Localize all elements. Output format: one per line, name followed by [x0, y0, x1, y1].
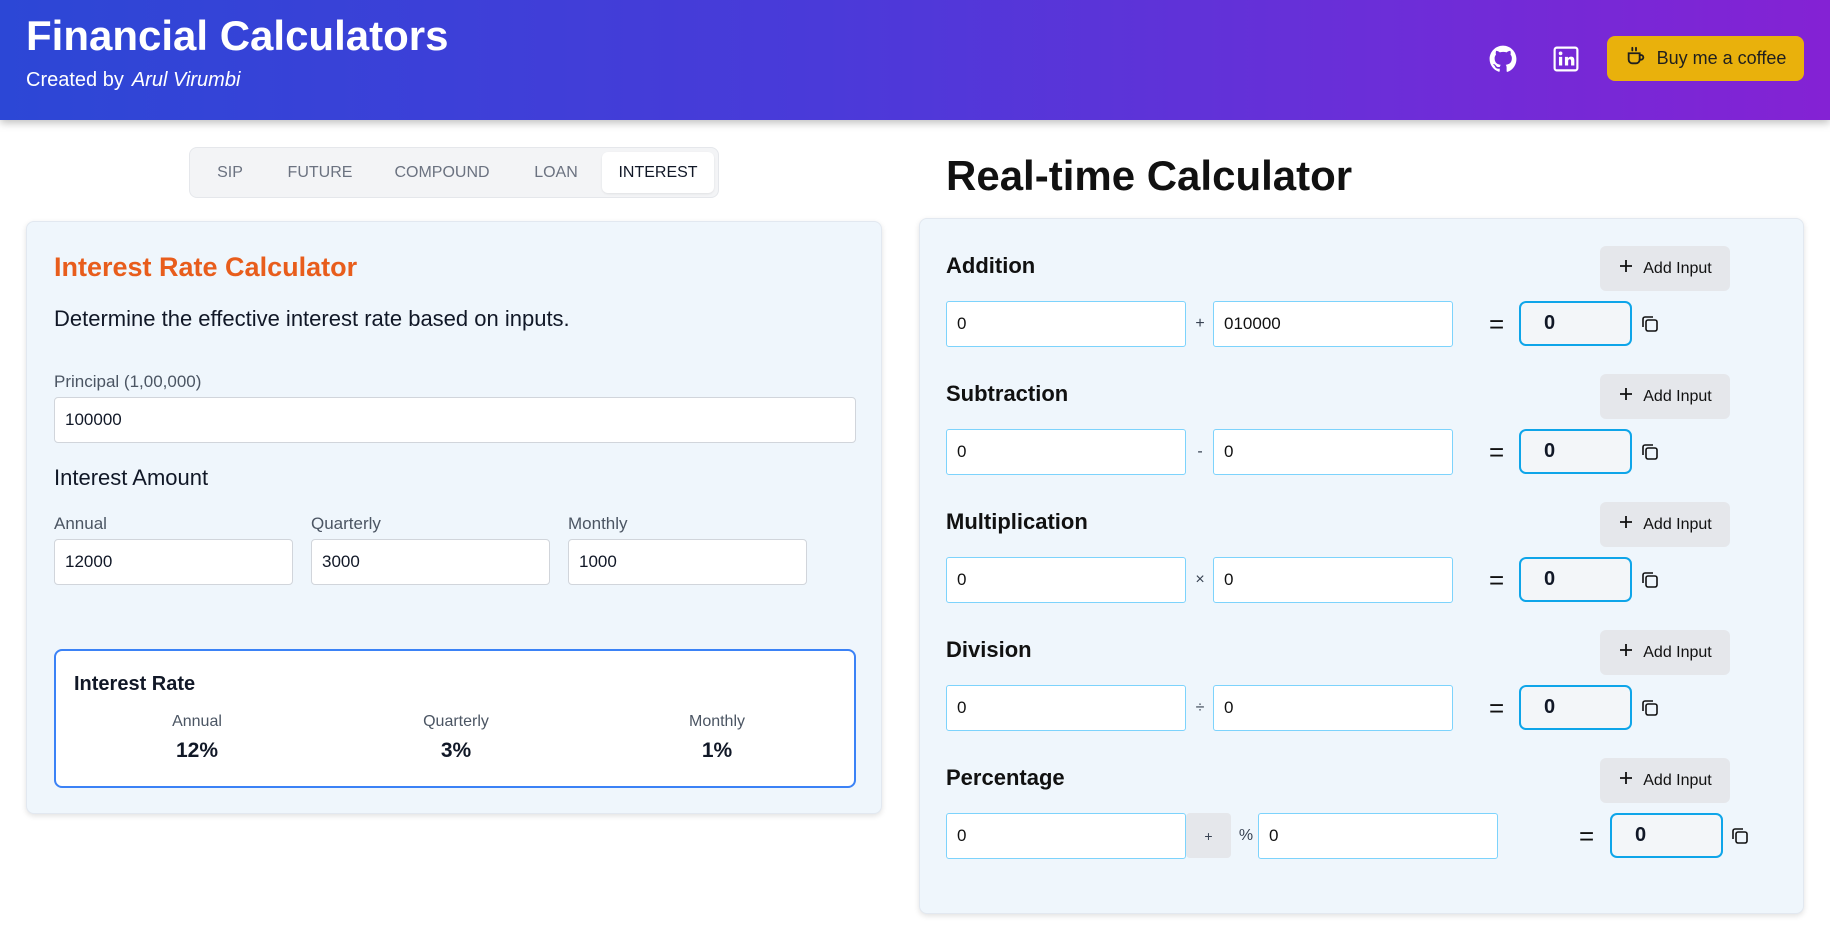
- division-input-a[interactable]: 0: [946, 685, 1186, 731]
- buy-me-a-coffee-button[interactable]: Buy me a coffee: [1607, 36, 1804, 81]
- addition-input-a[interactable]: 0: [946, 301, 1186, 347]
- addition-add-input-button[interactable]: Add Input: [1600, 246, 1730, 291]
- division-input-b[interactable]: 0: [1213, 685, 1453, 731]
- annual-label: Annual: [54, 514, 107, 533]
- interest-amount-heading: Interest Amount: [54, 465, 209, 490]
- subtraction-copy-icon[interactable]: [1640, 442, 1660, 462]
- tab-compound[interactable]: COMPOUND: [374, 152, 510, 193]
- percentage-add-input-button[interactable]: Add Input: [1600, 758, 1730, 803]
- multiplication-input-a[interactable]: 0: [946, 557, 1186, 603]
- multiplication-copy-icon[interactable]: [1640, 570, 1660, 590]
- principal-label: Principal (1,00,000): [54, 372, 202, 391]
- percentage-equals: =: [1579, 821, 1595, 851]
- calculator-description: Determine the effective interest rate ba…: [54, 306, 570, 331]
- interest-calculator-card: Interest Rate Calculator Determine the e…: [26, 221, 882, 814]
- annual-interest-input[interactable]: 12000: [54, 539, 293, 585]
- addition-copy-icon[interactable]: [1640, 314, 1660, 334]
- multiplication-operator: ×: [1195, 571, 1205, 588]
- app-title: Financial Calculators: [26, 12, 449, 59]
- subtraction-operator: -: [1197, 443, 1203, 460]
- tab-interest[interactable]: INTEREST: [602, 152, 714, 193]
- percentage-sign-toggle[interactable]: +: [1186, 813, 1231, 858]
- linkedin-icon[interactable]: [1551, 44, 1581, 74]
- monthly-label: Monthly: [568, 514, 628, 533]
- tab-sip[interactable]: SIP: [194, 152, 266, 193]
- plus-icon: [1618, 258, 1634, 279]
- add-input-label: Add Input: [1643, 387, 1712, 405]
- rate-quarterly-label: Quarterly: [423, 713, 489, 730]
- tab-loan[interactable]: LOAN: [510, 152, 602, 193]
- plus-icon: [1618, 770, 1634, 791]
- percentage-result: 0: [1610, 813, 1723, 858]
- realtime-calculator-title: Real-time Calculator: [946, 152, 1353, 199]
- percentage-copy-icon[interactable]: [1730, 826, 1750, 846]
- division-result: 0: [1519, 685, 1632, 730]
- addition-operator: +: [1195, 315, 1205, 332]
- percentage-label: Percentage: [946, 765, 1065, 790]
- app-header: Financial Calculators Created by Arul Vir…: [0, 0, 1830, 120]
- multiplication-input-b[interactable]: 0: [1213, 557, 1453, 603]
- subtraction-input-b[interactable]: 0: [1213, 429, 1453, 475]
- coffee-cup-icon: [1625, 45, 1647, 72]
- interest-rate-title: Interest Rate: [74, 673, 196, 695]
- add-input-label: Add Input: [1643, 771, 1712, 789]
- subtraction-label: Subtraction: [946, 381, 1069, 406]
- rate-annual: Annual 12%: [117, 713, 277, 763]
- calculator-tabs: SIP FUTURE COMPOUND LOAN INTEREST: [189, 147, 719, 198]
- rate-quarterly-value: 3%: [440, 739, 472, 762]
- tab-future[interactable]: FUTURE: [266, 152, 374, 193]
- created-by: Created by Arul Virumbi: [26, 69, 240, 92]
- subtraction-result: 0: [1519, 429, 1632, 474]
- multiplication-add-input-button[interactable]: Add Input: [1600, 502, 1730, 547]
- division-label: Division: [946, 637, 1032, 662]
- plus-icon: [1618, 642, 1634, 663]
- percentage-input-a[interactable]: 0: [946, 813, 1186, 859]
- addition-result: 0: [1519, 301, 1632, 346]
- add-input-label: Add Input: [1643, 259, 1712, 277]
- subtraction-add-input-button[interactable]: Add Input: [1600, 374, 1730, 419]
- rate-quarterly: Quarterly 3%: [376, 713, 536, 763]
- interest-rate-result: Interest Rate Annual 12% Quarterly 3% Mo…: [54, 649, 856, 788]
- rate-monthly-label: Monthly: [688, 713, 746, 730]
- author-name[interactable]: Arul Virumbi: [132, 69, 241, 91]
- rate-annual-label: Annual: [172, 713, 222, 730]
- principal-input[interactable]: 100000: [54, 397, 856, 443]
- monthly-interest-input[interactable]: 1000: [568, 539, 807, 585]
- division-operator: ÷: [1195, 699, 1205, 716]
- add-input-label: Add Input: [1643, 515, 1712, 533]
- subtraction-equals: =: [1489, 437, 1505, 467]
- plus-icon: [1618, 514, 1634, 535]
- add-input-label: Add Input: [1643, 643, 1712, 661]
- multiplication-result: 0: [1519, 557, 1632, 602]
- quarterly-label: Quarterly: [311, 514, 381, 533]
- rate-annual-value: 12%: [175, 739, 219, 762]
- multiplication-label: Multiplication: [946, 509, 1088, 534]
- created-by-label: Created by: [26, 69, 124, 91]
- addition-label: Addition: [946, 253, 1036, 278]
- subtraction-input-a[interactable]: 0: [946, 429, 1186, 475]
- division-add-input-button[interactable]: Add Input: [1600, 630, 1730, 675]
- rate-monthly: Monthly 1%: [637, 713, 797, 763]
- division-copy-icon[interactable]: [1640, 698, 1660, 718]
- multiplication-equals: =: [1489, 565, 1505, 595]
- coffee-button-label: Buy me a coffee: [1656, 48, 1787, 68]
- calculator-title: Interest Rate Calculator: [54, 252, 358, 282]
- percentage-operator: %: [1238, 827, 1254, 844]
- rate-monthly-value: 1%: [701, 739, 733, 762]
- addition-equals: =: [1489, 309, 1505, 339]
- quarterly-interest-input[interactable]: 3000: [311, 539, 550, 585]
- github-icon[interactable]: [1488, 44, 1518, 74]
- division-equals: =: [1489, 693, 1505, 723]
- percentage-input-b[interactable]: 0: [1258, 813, 1498, 859]
- plus-icon: [1618, 386, 1634, 407]
- addition-input-b[interactable]: 010000: [1213, 301, 1453, 347]
